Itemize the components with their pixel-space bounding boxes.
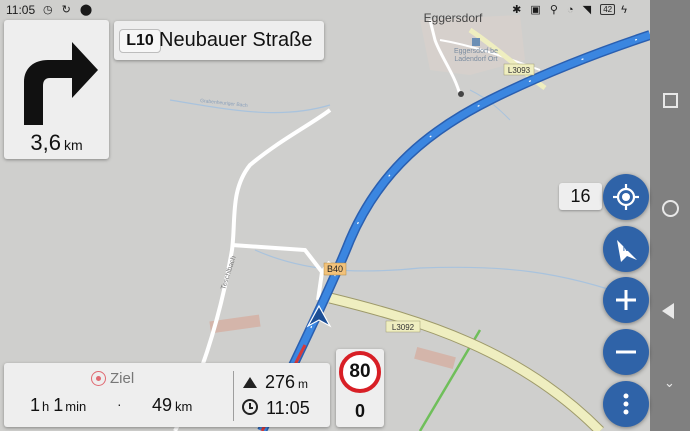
compass-north-icon: N xyxy=(617,240,637,262)
eta-minutes: 1 xyxy=(53,395,64,415)
battery-icon: 42 xyxy=(600,4,616,15)
clock-icon xyxy=(242,399,258,415)
road-label-l3093: L3093 xyxy=(508,66,531,75)
status-system-icon-glyphs: ✱ ▣ ⚲ ◔ ◥ xyxy=(512,4,595,16)
altitude-unit: m xyxy=(298,377,309,391)
next-street-card[interactable]: L10 Neubauer Straße xyxy=(114,21,324,60)
turn-distance-value: 3,6 xyxy=(30,130,61,155)
turn-distance: 3,6 km xyxy=(4,130,109,156)
compass-label: N xyxy=(623,246,628,253)
turn-right-arrow-icon xyxy=(24,42,98,125)
altitude: 276 m xyxy=(265,372,308,393)
eta-minutes-unit: min xyxy=(65,399,87,414)
next-street-name: Neubauer Straße xyxy=(159,29,313,51)
separator-dot: · xyxy=(117,396,122,412)
speed-limit-sign: 80 xyxy=(339,351,381,393)
altitude-icon xyxy=(243,377,257,388)
home-button[interactable] xyxy=(662,200,679,217)
plus-icon xyxy=(616,290,636,310)
road-label-l3092: L3092 xyxy=(392,323,415,332)
bus-stop-icon[interactable] xyxy=(472,38,480,46)
remaining-distance-value: 49 xyxy=(152,395,173,415)
chevron-down-icon[interactable]: ⌄ xyxy=(664,375,675,391)
status-notification-icons: ◷ ↻ ⬤ xyxy=(43,4,96,16)
poi-marker[interactable] xyxy=(458,91,464,97)
divider xyxy=(233,371,234,421)
eta-hours: 1 xyxy=(30,395,41,415)
speed-card[interactable]: 80 0 xyxy=(336,349,384,427)
zoom-level-badge: 16 xyxy=(559,183,602,210)
status-time: 11:05 xyxy=(6,3,36,17)
road-number-badge: L10 xyxy=(119,29,161,53)
route-info-card[interactable]: Ziel 1 h 1 min · 49 km 276 m 11:05 xyxy=(4,363,330,427)
crosshair-location-icon xyxy=(613,184,639,210)
eta-hours-unit: h xyxy=(42,399,50,414)
place-sub-label: Eggersdorf be xyxy=(454,48,498,55)
altitude-value: 276 xyxy=(265,372,296,392)
road-label-b40: B40 xyxy=(327,264,343,274)
locate-button[interactable] xyxy=(603,174,649,220)
turn-distance-unit: km xyxy=(63,137,83,153)
remaining-time: 1 h 1 min xyxy=(30,395,90,416)
status-system-icons: ✱ ▣ ⚲ ◔ ◥ 42 ϟ xyxy=(512,3,630,16)
minus-icon xyxy=(616,350,636,354)
place-sub-label: Ladendorf Ort xyxy=(454,56,497,63)
zoom-out-button[interactable] xyxy=(603,329,649,375)
remaining-distance: 49 km xyxy=(152,395,192,416)
back-button[interactable] xyxy=(662,303,674,319)
charging-icon: ϟ xyxy=(621,4,630,16)
remaining-distance-unit: km xyxy=(175,399,193,414)
destination-label: Ziel xyxy=(110,370,135,387)
menu-button[interactable] xyxy=(603,381,649,427)
turn-instruction-card[interactable]: 3,6 km xyxy=(4,20,109,159)
recent-apps-button[interactable] xyxy=(663,93,678,108)
zoom-in-button[interactable] xyxy=(603,277,649,323)
destination-icon xyxy=(91,371,106,386)
more-vertical-icon xyxy=(623,393,629,415)
system-navigation-bar: ⌄ xyxy=(650,0,690,431)
current-speed: 0 xyxy=(354,401,365,421)
compass-button[interactable]: N xyxy=(603,226,649,272)
status-bar: 11:05 ◷ ↻ ⬤ ✱ ▣ ⚲ ◔ ◥ 42 ϟ xyxy=(0,0,650,20)
arrival-time: 11:05 xyxy=(266,398,310,418)
